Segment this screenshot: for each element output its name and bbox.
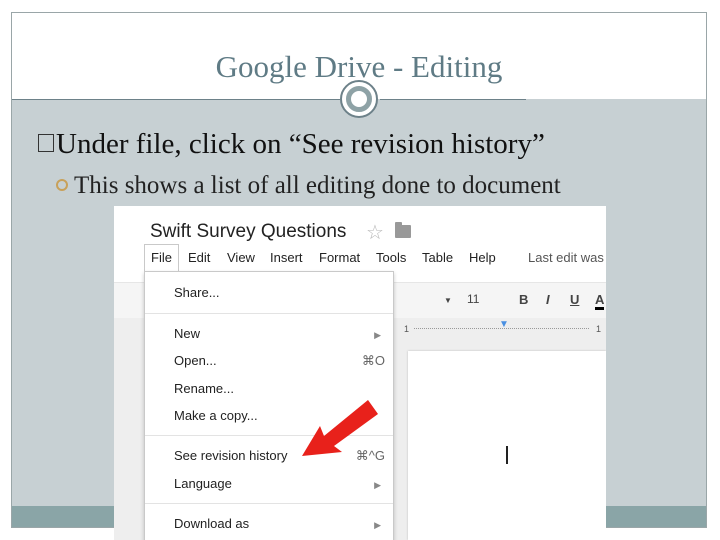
bullet-level1: Under file, click on “See revision histo… [38, 128, 545, 161]
menu-file[interactable]: File [151, 250, 172, 265]
title-rule-left [12, 99, 340, 100]
ruler-left-mark: 1 [404, 324, 410, 334]
text-cursor [506, 446, 508, 464]
menu-separator [145, 503, 393, 504]
indent-marker-icon[interactable]: ▼ [499, 319, 509, 330]
document-title[interactable]: Swift Survey Questions [150, 221, 346, 243]
menu-item-download-as[interactable]: Download as [174, 516, 249, 531]
bullet1-text: Under file, click on “See revision histo… [56, 128, 545, 160]
underline-button[interactable]: U [570, 292, 579, 307]
last-edit-link[interactable]: Last edit was [528, 250, 604, 265]
star-icon[interactable]: ☆ [366, 220, 384, 245]
menu-item-new[interactable]: New [174, 326, 200, 341]
menu-view[interactable]: View [227, 250, 255, 265]
square-bullet-icon [38, 134, 54, 152]
menu-help[interactable]: Help [469, 250, 496, 265]
text-color-button[interactable]: A [595, 292, 605, 310]
menu-format[interactable]: Format [319, 250, 360, 265]
submenu-arrow-icon: ▶ [374, 520, 381, 530]
menu-table[interactable]: Table [422, 250, 453, 265]
font-size-select[interactable]: 11 [467, 292, 479, 306]
menu-insert[interactable]: Insert [270, 250, 303, 265]
menu-item-make-copy[interactable]: Make a copy... [174, 408, 258, 423]
ruler-right-mark: 1 [596, 324, 602, 334]
menu-item-open[interactable]: Open... [174, 353, 217, 368]
ring-bullet-icon [56, 179, 68, 191]
bullet-level2: This shows a list of all editing done to… [56, 172, 561, 200]
menu-tools[interactable]: Tools [376, 250, 406, 265]
title-circle-ornament [340, 80, 378, 118]
menu-item-revision-history[interactable]: See revision history [174, 448, 287, 463]
title-rule-right [380, 99, 526, 100]
open-shortcut: ⌘O [361, 353, 385, 368]
menu-separator [145, 313, 393, 314]
menu-edit[interactable]: Edit [188, 250, 210, 265]
red-pointer-arrow-icon [302, 400, 378, 456]
italic-button[interactable]: I [546, 292, 550, 307]
bold-button[interactable]: B [519, 292, 528, 307]
menu-item-share[interactable]: Share... [174, 285, 220, 300]
bullet2-text: This shows a list of all editing done to… [74, 172, 561, 199]
docs-screenshot: Swift Survey Questions ☆ File Edit View … [114, 206, 606, 540]
folder-icon[interactable] [395, 222, 411, 238]
submenu-arrow-icon: ▶ [374, 480, 381, 490]
menu-item-language[interactable]: Language [174, 476, 232, 491]
submenu-arrow-icon: ▶ [374, 330, 381, 340]
caret-down-icon[interactable]: ▼ [444, 296, 452, 305]
menu-item-rename[interactable]: Rename... [174, 381, 234, 396]
